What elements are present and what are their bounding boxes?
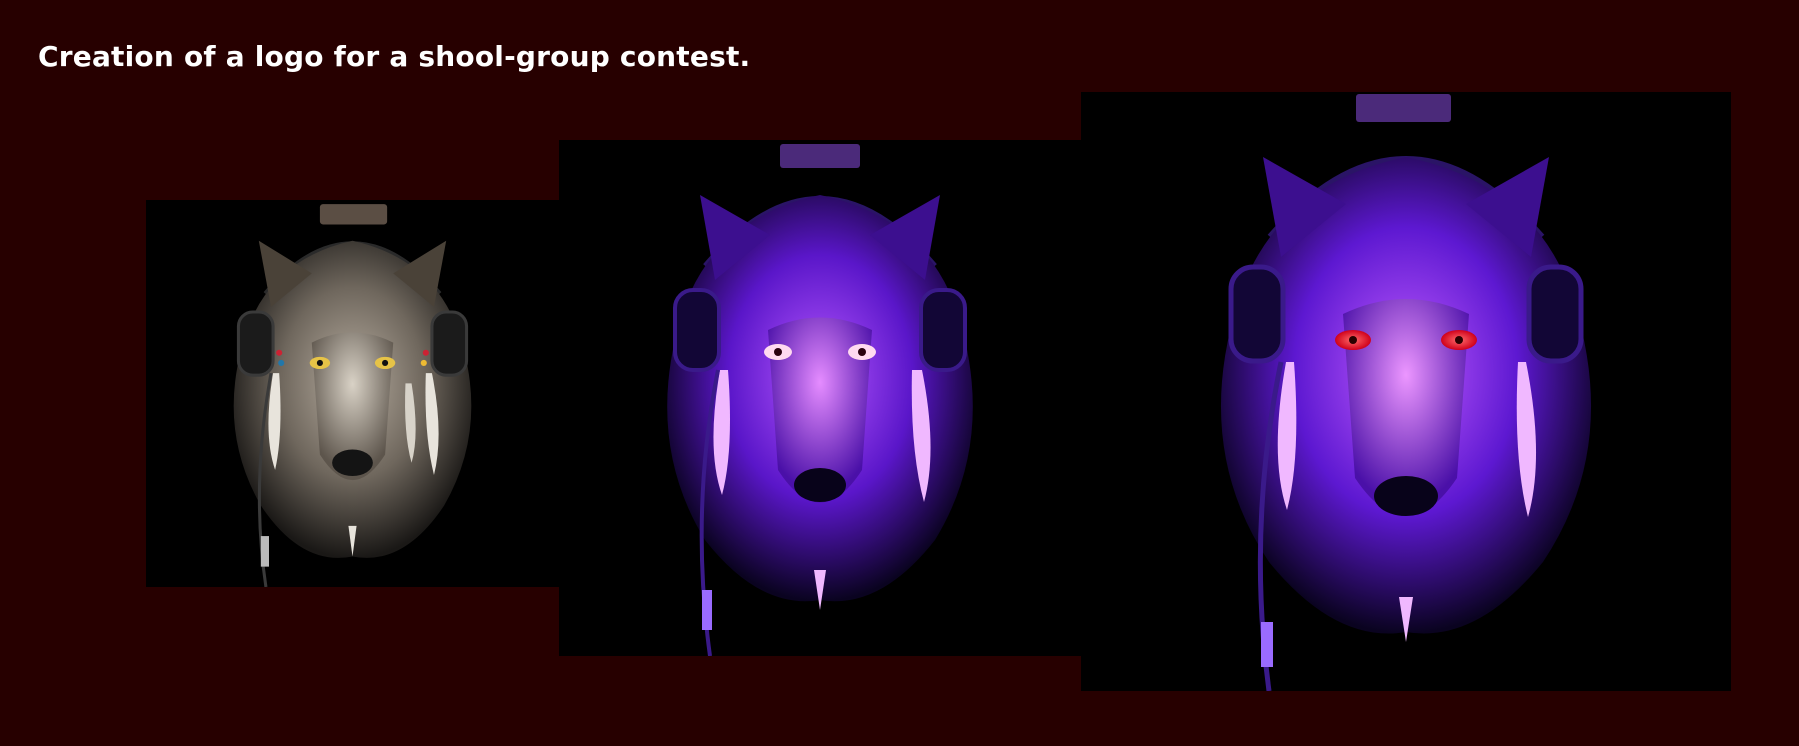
wolf-with-headphones-purple-red-eyes-icon — [1220, 94, 1592, 691]
page-title: Creation of a logo for a shool-group con… — [38, 40, 751, 73]
logo-draft-purple — [559, 140, 1081, 656]
wolf-with-headphones-original-icon — [233, 204, 472, 587]
wolf-with-headphones-purple-icon — [667, 144, 973, 656]
logo-draft-purple-red-eyes — [1081, 92, 1731, 691]
logo-draft-original — [146, 200, 559, 587]
